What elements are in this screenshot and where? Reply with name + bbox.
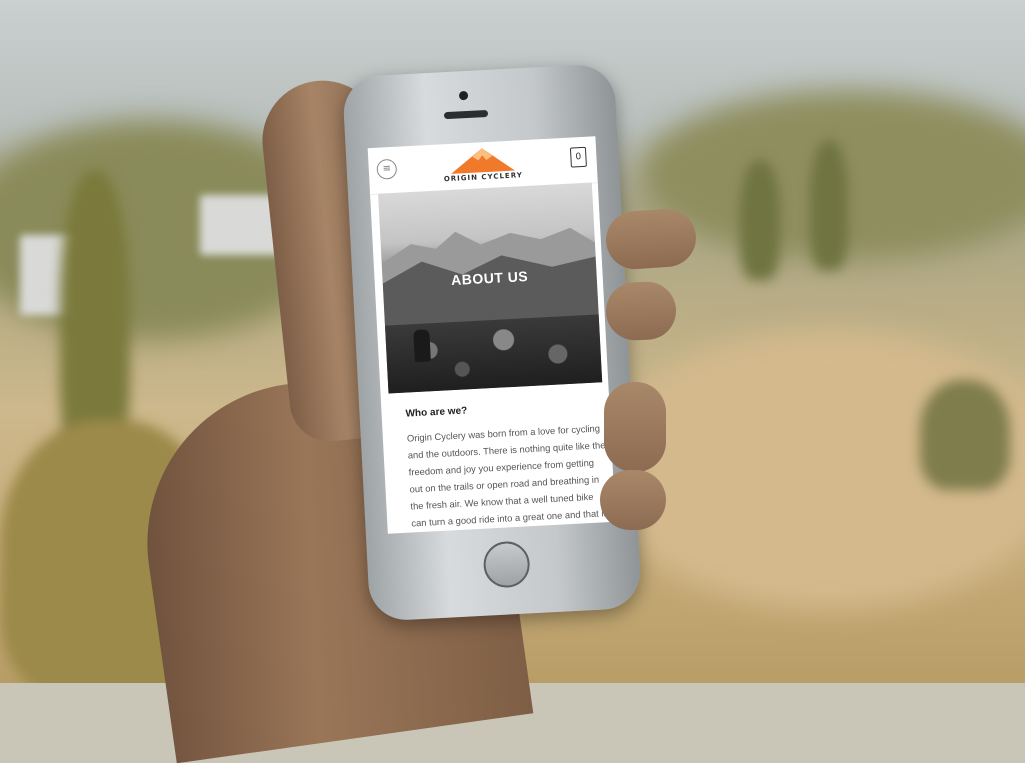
finger [604,206,698,272]
finger [604,382,666,472]
home-button[interactable] [482,540,531,589]
smartphone: ≡ ORIGIN CYCLERY 0 ABOUT US Who are we? … [341,63,643,622]
phone-screen: ≡ ORIGIN CYCLERY 0 ABOUT US Who are we? … [367,136,616,534]
about-content: Who are we? Origin Cyclery was born from… [405,398,612,534]
brand-logo[interactable]: ORIGIN CYCLERY [442,144,524,188]
section-heading: Who are we? [405,405,468,420]
cart-count: 0 [575,152,582,163]
finger [605,280,677,342]
finger [600,470,666,530]
section-body: Origin Cyclery was born from a love for … [406,422,609,534]
mountain-biker-figure [413,329,431,363]
background-tree [810,140,848,270]
shopping-bag-icon[interactable]: 0 [569,146,587,168]
background-tree [920,380,1010,490]
front-camera [458,90,469,101]
background-tree [740,160,780,280]
hamburger-menu-icon[interactable]: ≡ [376,158,398,180]
about-hero-banner: ABOUT US [378,182,603,394]
earpiece-speaker [443,109,489,120]
